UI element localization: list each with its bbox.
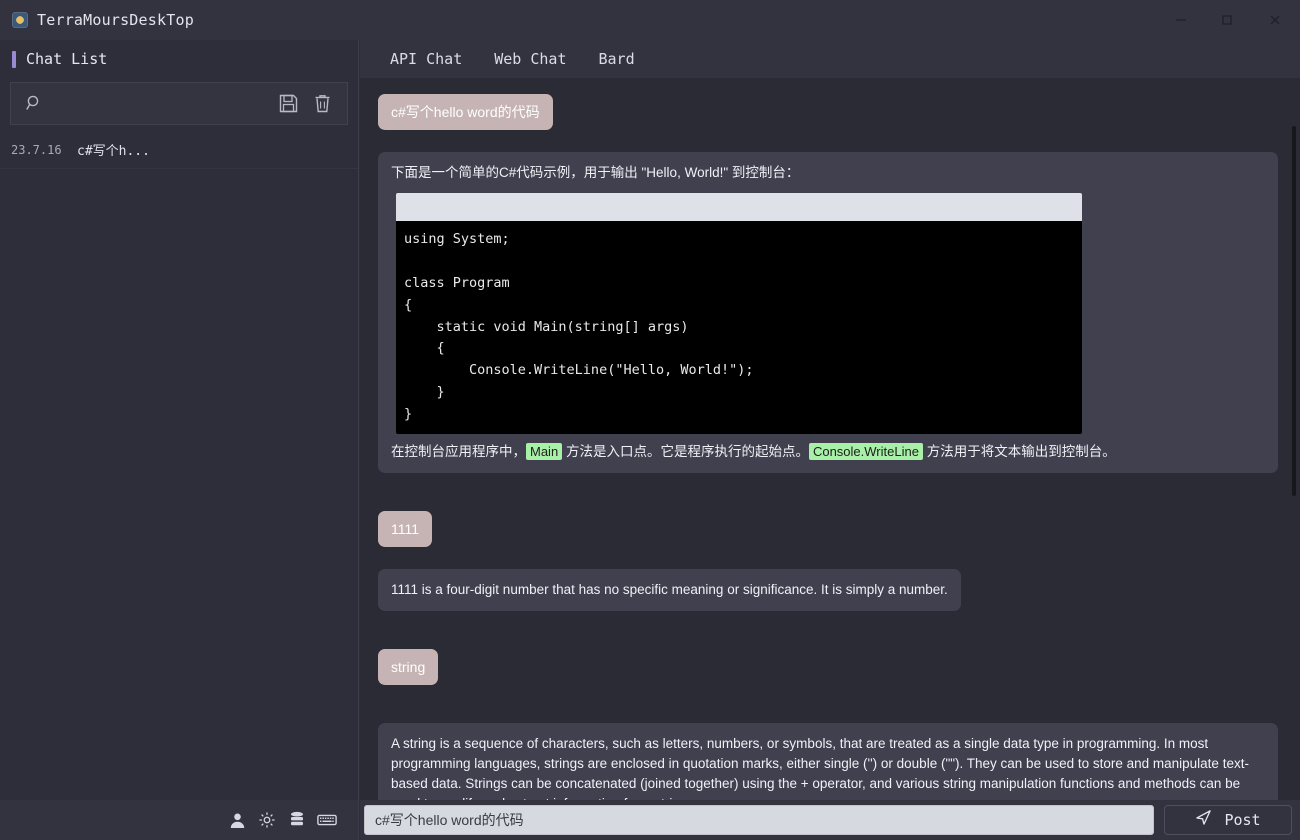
explanation-part-2: 方法是入口点。它是程序执行的起始点。 (562, 444, 809, 459)
assistant-intro-text: 下面是一个简单的C#代码示例，用于输出 "Hello, World!" 到控制台… (391, 163, 1265, 183)
message-list: c#写个hello word的代码 下面是一个简单的C#代码示例，用于输出 "H… (360, 78, 1300, 800)
close-icon[interactable] (1250, 0, 1300, 40)
chat-item-preview: c#写个h... (77, 140, 150, 159)
assistant-message-bubble: A string is a sequence of characters, su… (378, 723, 1278, 800)
composer-bar: Post (360, 800, 1300, 840)
spacer (378, 623, 1278, 649)
message-row-assistant: A string is a sequence of characters, su… (378, 723, 1278, 800)
message-row-user: string (378, 649, 1278, 685)
assistant-message-bubble: 1111 is a four-digit number that has no … (378, 569, 961, 611)
list-item[interactable]: 23.7.16 c#写个h... (0, 131, 358, 169)
assistant-explanation: 在控制台应用程序中，Main 方法是入口点。它是程序执行的起始点。Console… (391, 442, 1265, 462)
tab-bard[interactable]: Bard (583, 50, 651, 68)
user-icon[interactable] (222, 806, 252, 834)
search-row (10, 82, 348, 125)
minimize-icon[interactable] (1158, 0, 1204, 40)
chat-list-header: Chat List (0, 40, 358, 78)
send-icon (1195, 809, 1212, 831)
keyboard-icon[interactable] (312, 806, 342, 834)
code-block-content: using System; class Program { static voi… (396, 221, 1082, 434)
database-icon[interactable] (282, 806, 312, 834)
inline-code-main: Main (526, 443, 562, 460)
scrollbar-thumb[interactable] (1292, 126, 1296, 496)
window-controls (1158, 0, 1300, 40)
title-bar: TerraMoursDeskTop (0, 0, 1300, 40)
inline-code-console-writeline: Console.WriteLine (809, 443, 923, 460)
scrollbar-track[interactable] (1288, 78, 1300, 800)
main-panel: API Chat Web Chat Bard c#写个hello word的代码… (360, 40, 1300, 800)
chat-item-date: 23.7.16 (11, 143, 77, 157)
spacer (378, 485, 1278, 511)
chat-list: 23.7.16 c#写个h... (0, 131, 358, 169)
code-block: using System; class Program { static voi… (396, 193, 1082, 434)
message-row-user: 1111 (378, 511, 1278, 547)
explanation-part-1: 在控制台应用程序中， (391, 444, 526, 459)
spacer (378, 697, 1278, 723)
user-message-bubble: c#写个hello word的代码 (378, 94, 553, 130)
gear-icon[interactable] (252, 806, 282, 834)
post-button-label: Post (1224, 811, 1260, 829)
tab-bar: API Chat Web Chat Bard (360, 40, 1300, 78)
spacer (378, 142, 1278, 152)
message-row-assistant: 1111 is a four-digit number that has no … (378, 569, 1278, 611)
accent-bar (12, 51, 16, 68)
message-row-assistant: 下面是一个简单的C#代码示例，用于输出 "Hello, World!" 到控制台… (378, 152, 1278, 473)
maximize-icon[interactable] (1204, 0, 1250, 40)
user-message-bubble: string (378, 649, 438, 685)
sidebar-toolbar (0, 800, 359, 840)
search-icon[interactable] (21, 91, 47, 117)
tab-api-chat[interactable]: API Chat (374, 50, 478, 68)
code-block-header (396, 193, 1082, 221)
message-input[interactable] (364, 805, 1154, 835)
save-icon[interactable] (275, 91, 301, 117)
app-logo-icon (12, 12, 28, 28)
explanation-part-3: 方法用于将文本输出到控制台。 (923, 444, 1116, 459)
spacer (378, 559, 1278, 569)
app-title: TerraMoursDeskTop (37, 11, 194, 29)
message-row-user: c#写个hello word的代码 (378, 94, 1278, 130)
sidebar: Chat List 23.7.16 (0, 40, 359, 800)
user-message-bubble: 1111 (378, 511, 432, 547)
post-button[interactable]: Post (1164, 805, 1292, 835)
chat-list-title: Chat List (26, 50, 107, 68)
delete-icon[interactable] (309, 91, 335, 117)
assistant-message-bubble: 下面是一个简单的C#代码示例，用于输出 "Hello, World!" 到控制台… (378, 152, 1278, 473)
tab-web-chat[interactable]: Web Chat (478, 50, 582, 68)
search-input[interactable] (23, 96, 275, 111)
